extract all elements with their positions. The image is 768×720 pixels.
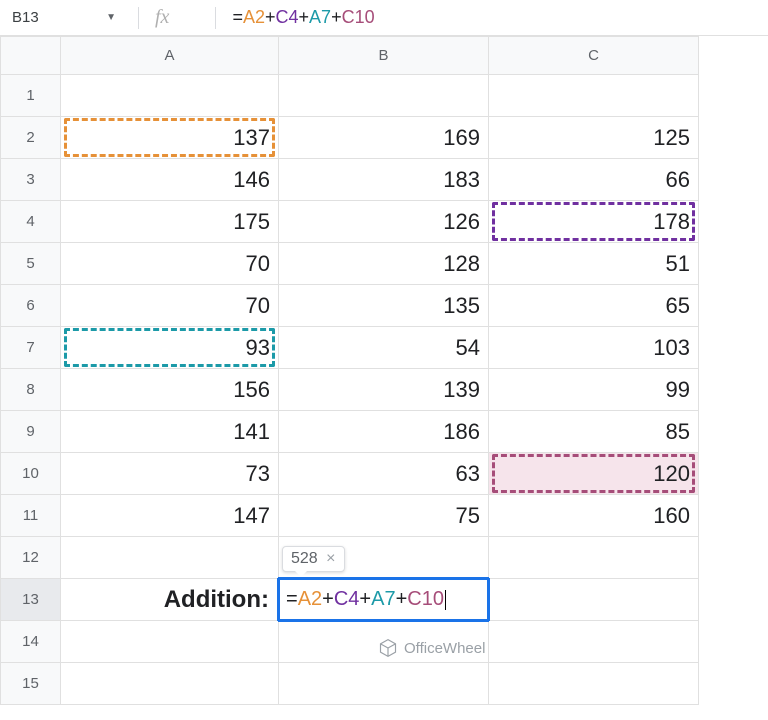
row-header[interactable]: 9 bbox=[1, 411, 61, 453]
cell[interactable]: 73 bbox=[61, 453, 279, 495]
row-header[interactable]: 15 bbox=[1, 663, 61, 705]
cell[interactable]: 147 bbox=[61, 495, 279, 537]
row-header[interactable]: 10 bbox=[1, 453, 61, 495]
cell[interactable]: 178 bbox=[489, 201, 699, 243]
cell[interactable]: 160 bbox=[489, 495, 699, 537]
row-header[interactable]: 14 bbox=[1, 621, 61, 663]
cell[interactable]: 66 bbox=[489, 159, 699, 201]
cell[interactable]: 141 bbox=[61, 411, 279, 453]
cell[interactable]: 139 bbox=[279, 369, 489, 411]
row-header[interactable]: 12 bbox=[1, 537, 61, 579]
cell[interactable]: 65 bbox=[489, 285, 699, 327]
row-header[interactable]: 13 bbox=[1, 579, 61, 621]
cell[interactable]: 103 bbox=[489, 327, 699, 369]
row-header[interactable]: 1 bbox=[1, 75, 61, 117]
cell[interactable]: 126 bbox=[279, 201, 489, 243]
active-editing-cell[interactable]: 528 × =A2+C4+A7+C10 bbox=[279, 579, 489, 621]
cell[interactable] bbox=[61, 537, 279, 579]
row-header[interactable]: 5 bbox=[1, 243, 61, 285]
cell[interactable] bbox=[489, 537, 699, 579]
cell[interactable]: 93 bbox=[61, 327, 279, 369]
row-header[interactable]: 11 bbox=[1, 495, 61, 537]
cell[interactable] bbox=[279, 663, 489, 705]
row-header[interactable]: 4 bbox=[1, 201, 61, 243]
addition-label-cell[interactable]: Addition: bbox=[61, 579, 279, 621]
cell[interactable]: 75 bbox=[279, 495, 489, 537]
text-cursor bbox=[445, 590, 446, 610]
row-header[interactable]: 7 bbox=[1, 327, 61, 369]
cell[interactable]: 175 bbox=[61, 201, 279, 243]
cell[interactable]: 137 bbox=[61, 117, 279, 159]
divider bbox=[138, 7, 139, 29]
row-header[interactable]: 3 bbox=[1, 159, 61, 201]
name-box[interactable]: B13 ▼ bbox=[12, 9, 122, 26]
cell[interactable]: 70 bbox=[61, 285, 279, 327]
cell[interactable] bbox=[279, 621, 489, 663]
select-all-corner[interactable] bbox=[1, 37, 61, 75]
spreadsheet-grid[interactable]: A B C 1 2 137 169 125 3 146 183 66 4 175… bbox=[0, 36, 768, 705]
cell[interactable] bbox=[61, 621, 279, 663]
formula-input[interactable]: =A2+C4+A7+C10 bbox=[232, 7, 374, 28]
row-header[interactable]: 6 bbox=[1, 285, 61, 327]
cell[interactable]: 125 bbox=[489, 117, 699, 159]
cell[interactable]: 63 bbox=[279, 453, 489, 495]
cell[interactable] bbox=[489, 75, 699, 117]
column-header-c[interactable]: C bbox=[489, 37, 699, 75]
cell[interactable]: 183 bbox=[279, 159, 489, 201]
cell[interactable] bbox=[61, 75, 279, 117]
formula-result-tooltip: 528 × bbox=[282, 546, 345, 572]
cell[interactable] bbox=[489, 621, 699, 663]
cell[interactable]: 70 bbox=[61, 243, 279, 285]
cell[interactable] bbox=[489, 579, 699, 621]
cell[interactable]: 54 bbox=[279, 327, 489, 369]
chevron-down-icon[interactable]: ▼ bbox=[106, 12, 116, 23]
reference-highlight bbox=[64, 328, 275, 367]
cell[interactable]: 120 bbox=[489, 453, 699, 495]
cell[interactable]: 156 bbox=[61, 369, 279, 411]
cell[interactable] bbox=[279, 75, 489, 117]
divider bbox=[215, 7, 216, 29]
column-header-b[interactable]: B bbox=[279, 37, 489, 75]
cell[interactable]: 85 bbox=[489, 411, 699, 453]
row-header[interactable]: 8 bbox=[1, 369, 61, 411]
cell[interactable]: 99 bbox=[489, 369, 699, 411]
column-header-a[interactable]: A bbox=[61, 37, 279, 75]
cell[interactable] bbox=[61, 663, 279, 705]
fx-icon: fx bbox=[155, 6, 169, 29]
cell[interactable]: 169 bbox=[279, 117, 489, 159]
cell[interactable] bbox=[489, 663, 699, 705]
formula-bar: B13 ▼ fx =A2+C4+A7+C10 bbox=[0, 0, 768, 36]
cell[interactable]: 51 bbox=[489, 243, 699, 285]
name-box-value: B13 bbox=[12, 9, 39, 26]
close-icon[interactable]: × bbox=[326, 550, 335, 567]
cell[interactable]: 186 bbox=[279, 411, 489, 453]
row-header[interactable]: 2 bbox=[1, 117, 61, 159]
cell[interactable]: 128 bbox=[279, 243, 489, 285]
cell[interactable]: 135 bbox=[279, 285, 489, 327]
cell[interactable]: 146 bbox=[61, 159, 279, 201]
